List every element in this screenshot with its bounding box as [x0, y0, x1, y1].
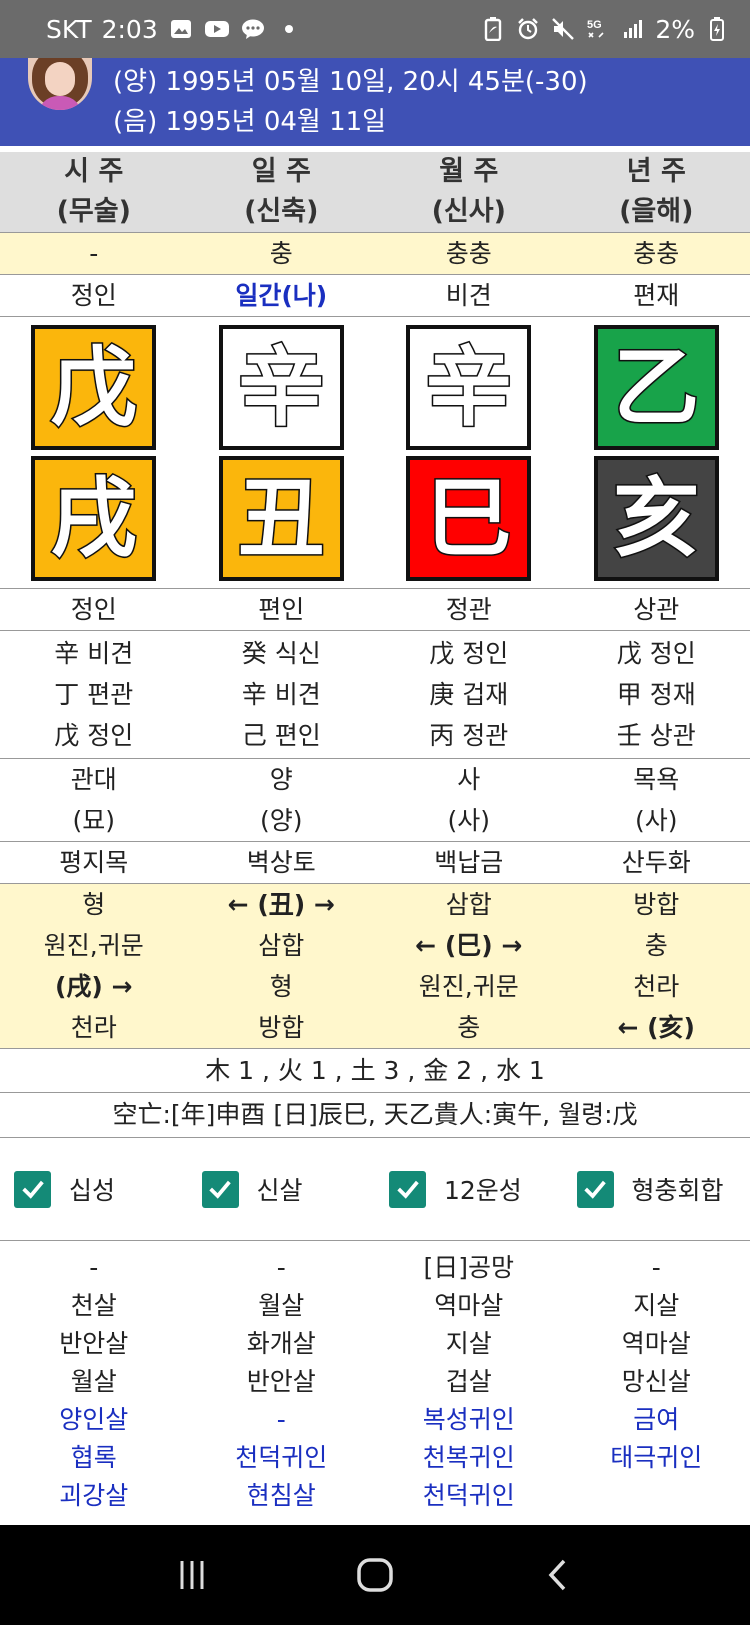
home-icon: [357, 1558, 393, 1592]
pillar-title: 월 주 (신사): [431, 156, 506, 227]
pillar-header-row: 시 주 (무술) 일 주 (신축) 월 주 (신사) 년 주 (을해): [0, 152, 750, 233]
earthly-branch-tile[interactable]: 巳: [406, 456, 532, 581]
pillar-title: 일 주 (신축): [244, 156, 319, 227]
svg-text:5G: 5G: [587, 19, 602, 31]
clock-label: 2:03: [101, 14, 158, 44]
options-row: 십성 신살 12운성 형충회합: [0, 1138, 750, 1241]
recent-apps-button[interactable]: [162, 1545, 222, 1605]
image-icon: [168, 16, 194, 42]
checkbox-relations[interactable]: 형충회합: [563, 1170, 750, 1208]
nayin-cell: 벽상토: [246, 848, 316, 877]
clash-cell: -: [89, 239, 99, 268]
5g-icon: 5G: [585, 16, 611, 42]
sinsal-row: - 천살 반안살 월살 양인살 협록 괴강살 - 월살 화개살 반안살 - 천덕귀인 현침살 [日]…: [0, 1241, 750, 1515]
extra-info: 空亡:[年]申酉 [日]辰巳, 天乙貴人:寅午, 월령:戊: [112, 1100, 638, 1129]
checkbox-sinsal[interactable]: 신살: [188, 1170, 376, 1208]
stage-cell: 목욕 (사): [633, 765, 680, 835]
pillar-title: 년 주 (을해): [619, 156, 694, 227]
home-button[interactable]: [345, 1545, 405, 1605]
extra-info-row: 空亡:[年]申酉 [日]辰巳, 天乙貴人:寅午, 월령:戊: [0, 1093, 750, 1138]
hidden-stems-row: 辛 비견 丁 편관 戊 정인 癸 식신 辛 비견 己 편인 戊 정인 庚 겁재 丙 정관 戊…: [0, 631, 750, 759]
avatar[interactable]: [28, 58, 92, 110]
checkbox-twelve-stages[interactable]: 12운성: [375, 1170, 563, 1208]
earthly-branch-tile[interactable]: 丑: [218, 456, 344, 581]
relations-row: 형 원진,귀문 (戌) → 천라 ← (丑) → 삼합 형 방합 삼합 ← (巳) → 원진,귀…: [0, 884, 750, 1049]
branch-god-cell: 편인: [258, 595, 305, 624]
branch-god-cell: 정관: [445, 595, 492, 624]
branch-god-row: 정인 편인 정관 상관: [0, 589, 750, 631]
stem-god-row: 정인 일간(나) 비견 편재: [0, 275, 750, 317]
status-bar: SKT 2:03 5G 2%: [0, 0, 750, 58]
branch-god-cell: 상관: [633, 595, 680, 624]
checkbox-checked-icon[interactable]: [14, 1170, 51, 1208]
dot-icon: [276, 16, 302, 42]
checkbox-label: 십성: [69, 1176, 116, 1205]
youtube-icon: [204, 16, 230, 42]
carrier-label: SKT: [46, 14, 92, 44]
sinsal-cell: [日]공망 역마살 지살 겁살 복성귀인 천복귀인 천덕귀인: [422, 1253, 515, 1510]
clash-cell: 충충: [445, 239, 492, 268]
day-master-cell: 일간(나): [235, 281, 328, 310]
earthly-branch-tile[interactable]: 亥: [593, 456, 719, 581]
clash-cell: 충충: [633, 239, 680, 268]
stage-cell: 양 (양): [259, 765, 303, 835]
nayin-cell: 산두화: [621, 848, 691, 877]
relations-cell: 방합 충 천라 ← (亥): [617, 890, 695, 1042]
nayin-cell: 평지목: [59, 848, 129, 877]
checkbox-label: 12운성: [444, 1176, 522, 1205]
saju-table: 시 주 (무술) 일 주 (신축) 월 주 (신사) 년 주 (을해) - 충 충충 충…: [0, 152, 750, 1515]
alarm-icon: [515, 16, 541, 42]
birth-info-header: (양) 1995년 05월 10일, 20시 45분(-30) (음) 1995…: [0, 58, 750, 146]
back-button[interactable]: [528, 1545, 588, 1605]
pillar-title: 시 주 (무술): [56, 156, 131, 227]
pillar-tiles-row: 戊 戌 辛 丑 辛 巳 乙 亥: [0, 317, 750, 589]
system-nav-bar: [0, 1525, 750, 1625]
back-icon: [548, 1559, 566, 1591]
sinsal-cell: - 지살 역마살 망신살 금여 태극귀인: [610, 1253, 703, 1472]
relations-cell: 형 원진,귀문 (戌) → 천라: [43, 890, 144, 1042]
hidden-stems-cell: 辛 비견 丁 편관 戊 정인: [54, 639, 134, 750]
checkbox-checked-icon[interactable]: [389, 1170, 426, 1208]
heavenly-stem-tile[interactable]: 戊: [31, 325, 157, 450]
sinsal-cell: - 월살 화개살 반안살 - 천덕귀인 현침살: [235, 1253, 328, 1510]
branch-god-cell: 정인: [70, 595, 117, 624]
heavenly-stem-tile[interactable]: 乙: [593, 325, 719, 450]
lunar-date: (음) 1995년 04월 11일: [113, 107, 387, 137]
hidden-stems-cell: 癸 식신 辛 비견 己 편인: [241, 639, 321, 750]
sinsal-cell: - 천살 반안살 월살 양인살 협록 괴강살: [59, 1253, 129, 1510]
nayin-cell: 백납금: [434, 848, 504, 877]
earthly-branch-tile[interactable]: 戌: [31, 456, 157, 581]
checkbox-ten-gods[interactable]: 십성: [0, 1170, 188, 1208]
chat-icon: [240, 16, 266, 42]
stem-god-cell: 비견: [445, 281, 492, 310]
heavenly-stem-tile[interactable]: 辛: [218, 325, 344, 450]
stage-cell: 사 (사): [447, 765, 490, 835]
recent-apps-icon: [180, 1561, 204, 1589]
battery-percent: 2%: [655, 14, 695, 44]
hidden-stems-cell: 戊 정인 庚 겁재 丙 정관: [429, 639, 509, 750]
mute-icon: [550, 16, 576, 42]
signal-icon: [620, 16, 646, 42]
relations-cell: 삼합 ← (巳) → 원진,귀문 충: [415, 890, 523, 1042]
relations-cell: ← (丑) → 삼합 형 방합: [227, 890, 335, 1042]
checkbox-label: 신살: [256, 1176, 303, 1205]
stem-god-cell: 편재: [633, 281, 680, 310]
solar-date: (양) 1995년 05월 10일, 20시 45분(-30): [113, 67, 588, 97]
elements-summary-row: 木 1 , 火 1 , 土 3 , 金 2 , 水 1: [0, 1049, 750, 1093]
battery-icon: [704, 16, 730, 42]
clash-row: - 충 충충 충충: [0, 233, 750, 275]
checkbox-checked-icon[interactable]: [201, 1170, 239, 1208]
stage-cell: 관대 (묘): [70, 765, 117, 835]
heavenly-stem-tile[interactable]: 辛: [406, 325, 532, 450]
checkbox-label: 형충회합: [631, 1176, 724, 1205]
checkbox-checked-icon[interactable]: [576, 1170, 614, 1208]
stem-god-cell: 정인: [70, 281, 117, 310]
hidden-stems-cell: 戊 정인 甲 정재 壬 상관: [616, 639, 696, 750]
nayin-row: 평지목 벽상토 백납금 산두화: [0, 842, 750, 884]
twelve-stages-row: 관대 (묘) 양 (양) 사 (사) 목욕 (사): [0, 759, 750, 842]
elements-summary: 木 1 , 火 1 , 土 3 , 金 2 , 水 1: [205, 1056, 545, 1085]
clash-cell: 충: [269, 239, 293, 268]
battery-saver-icon: [480, 16, 506, 42]
